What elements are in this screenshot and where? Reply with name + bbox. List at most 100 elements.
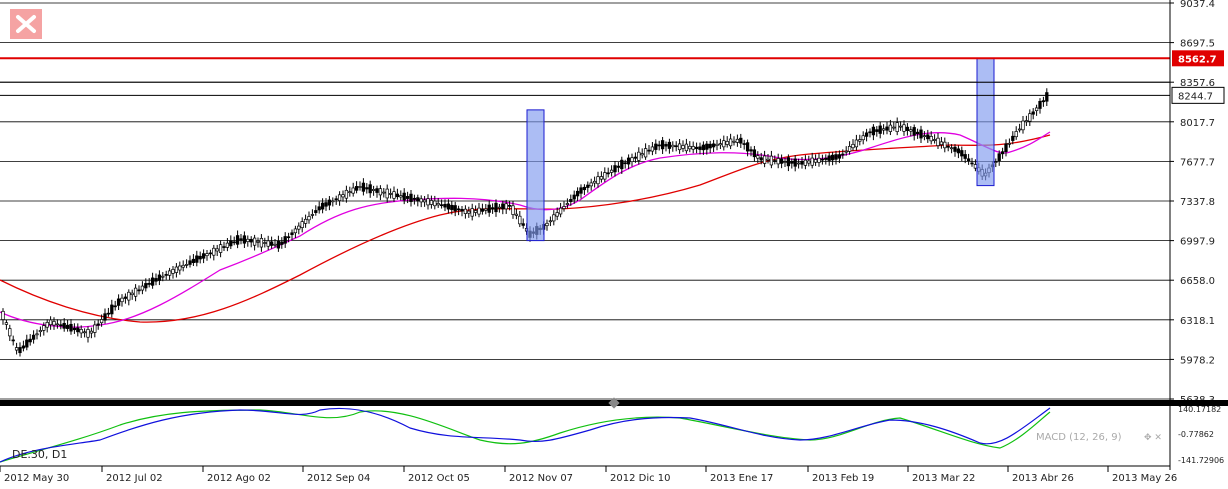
candle-body — [82, 331, 87, 334]
price-axis: 9037.4 8697.5 8357.6 8017.7 7677.7 7337.8 6997… — [1169, 0, 1215, 470]
candle-body — [599, 176, 604, 180]
candle-body — [1000, 151, 1005, 155]
candle-body — [813, 159, 818, 163]
candle-body — [776, 158, 780, 165]
candle-body — [14, 347, 19, 351]
candle-body — [752, 149, 757, 158]
candle-body — [1028, 113, 1032, 122]
candle-body — [630, 157, 634, 162]
candle-body — [521, 223, 525, 226]
macd-signal-line — [0, 409, 1051, 463]
candle-body — [460, 209, 464, 212]
time-tick-label: 2012 Jul 02 — [106, 473, 163, 484]
candle-body — [286, 236, 291, 239]
highlight-zones — [526, 57, 995, 242]
candle-body — [803, 159, 808, 166]
candle-body — [344, 189, 349, 199]
candle-body — [259, 238, 264, 248]
candle-body — [504, 203, 508, 210]
candle-body — [76, 327, 80, 333]
candle-body — [62, 322, 66, 329]
time-tick-label: 2013 Abr 26 — [1012, 473, 1074, 484]
candle-body — [861, 135, 865, 141]
candle-body — [688, 145, 692, 150]
candle-body — [514, 213, 519, 216]
candle-body — [42, 325, 46, 331]
candle-body — [436, 203, 440, 206]
candle-body — [783, 161, 787, 163]
candle-body — [518, 215, 522, 225]
candle-body — [640, 153, 644, 156]
candle-body — [800, 161, 804, 165]
candle-body — [575, 190, 580, 197]
candle-body — [1004, 143, 1008, 153]
candle-body — [378, 188, 383, 196]
candle-body — [283, 236, 287, 244]
candle-body — [242, 235, 247, 244]
candle-body — [558, 207, 563, 215]
candle-body — [72, 327, 77, 331]
candle-body — [113, 305, 117, 308]
candle-body — [548, 220, 553, 223]
candle-body — [674, 145, 678, 148]
candle-body — [827, 155, 831, 161]
candle-body — [269, 241, 274, 246]
candle-body — [830, 154, 835, 161]
candle-body — [637, 151, 641, 161]
candle-body — [490, 207, 495, 210]
candle-body — [769, 155, 774, 166]
candle-body — [742, 143, 746, 145]
candle-body — [643, 148, 648, 158]
candle-body — [120, 297, 124, 303]
candle-body — [694, 146, 699, 150]
candle-body — [545, 222, 549, 227]
candle-body — [361, 182, 366, 192]
candle-body — [1038, 100, 1042, 109]
candle-body — [8, 328, 12, 337]
candle-body — [310, 214, 315, 216]
candle-body — [555, 212, 559, 217]
candle-body — [708, 143, 712, 149]
candle-body — [314, 210, 318, 213]
candle-body — [592, 180, 597, 184]
candle-body — [382, 191, 386, 194]
candle-body — [586, 184, 590, 188]
candle-body — [1, 310, 5, 320]
candle-body — [215, 248, 219, 252]
candle-body — [810, 157, 814, 166]
candle-body — [433, 200, 437, 207]
candle-body — [150, 277, 155, 286]
candle-body — [300, 221, 304, 228]
candle-body — [705, 143, 709, 150]
candle-body — [895, 122, 899, 132]
candle-body — [932, 139, 937, 141]
price-tick-label: 6997.9 — [1180, 237, 1215, 248]
candle-body — [888, 124, 893, 132]
candle-body — [905, 126, 910, 132]
candle-body — [477, 207, 481, 215]
candle-body — [929, 136, 933, 142]
candle-body — [698, 146, 702, 150]
candle-body — [317, 206, 321, 211]
candle-body — [820, 158, 825, 161]
candle-body — [222, 246, 226, 248]
trading-chart[interactable]: 8562.7 8244.7 9037.4 8697.5 8357.6 8017.7 767… — [0, 0, 1228, 485]
candle-body — [256, 240, 260, 243]
candle-body — [65, 324, 70, 329]
candle-body — [157, 274, 162, 281]
candle-body — [55, 323, 60, 326]
macd-axis-label: -0.77862 — [1178, 430, 1214, 439]
candle-body — [834, 154, 838, 160]
highlight-zone — [976, 57, 995, 187]
candle-body — [562, 206, 566, 209]
candle-body — [837, 154, 842, 159]
candle-body — [446, 203, 451, 210]
highlight-zone — [526, 109, 545, 242]
candle-body — [973, 164, 978, 169]
candle-body — [953, 146, 957, 152]
candle-body — [943, 141, 947, 149]
candle-body — [939, 141, 944, 146]
candle-body — [86, 329, 90, 338]
candle-body — [654, 143, 658, 150]
current-price-label: 8244.7 — [1178, 91, 1213, 102]
